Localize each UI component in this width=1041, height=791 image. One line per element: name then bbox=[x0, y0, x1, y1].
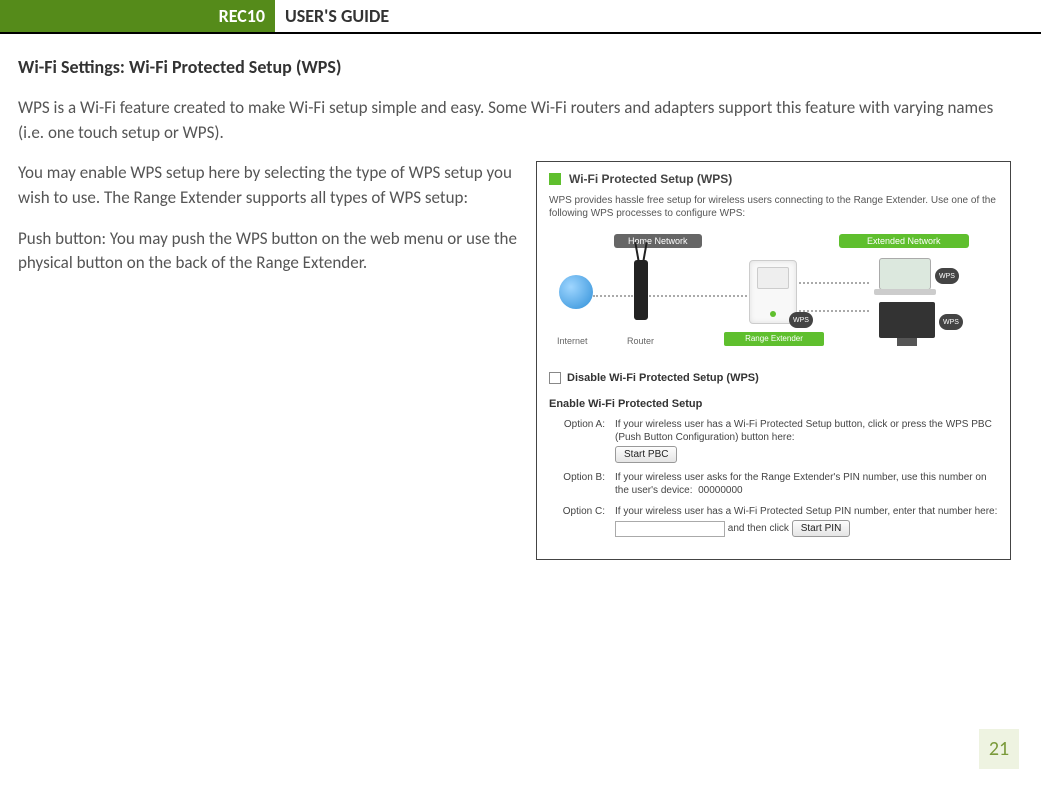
start-pbc-button[interactable]: Start PBC bbox=[615, 446, 677, 463]
body-paragraph-1: You may enable WPS setup here by selecti… bbox=[18, 161, 518, 210]
network-diagram: Home Network Extended Network WPS WPS WP… bbox=[549, 230, 998, 360]
disable-wps-checkbox[interactable] bbox=[549, 372, 561, 384]
laptop-icon bbox=[879, 258, 931, 290]
wps-badge-icon: WPS bbox=[939, 314, 963, 330]
start-pin-button[interactable]: Start PIN bbox=[792, 520, 851, 537]
page-header: REC10 USER'S GUIDE bbox=[0, 0, 1041, 34]
wps-badge-icon: WPS bbox=[935, 268, 959, 284]
range-extender-caption: Range Extender bbox=[724, 332, 824, 346]
intro-paragraph: WPS is a Wi-Fi feature created to make W… bbox=[18, 96, 1011, 145]
wps-panel-screenshot: Wi-Fi Protected Setup (WPS) WPS provides… bbox=[536, 161, 1011, 560]
panel-title: Wi-Fi Protected Setup (WPS) bbox=[569, 172, 732, 186]
extender-pin-value: 00000000 bbox=[698, 485, 743, 496]
monitor-icon bbox=[879, 302, 935, 338]
enable-wps-heading: Enable Wi-Fi Protected Setup bbox=[549, 398, 998, 410]
internet-globe-icon bbox=[559, 275, 593, 309]
option-b-label: Option B: bbox=[549, 471, 605, 497]
panel-description: WPS provides hassle free setup for wirel… bbox=[549, 194, 998, 220]
option-c-text: If your wireless user has a Wi-Fi Protec… bbox=[615, 506, 997, 517]
wps-badge-icon: WPS bbox=[789, 312, 813, 328]
extended-network-label: Extended Network bbox=[839, 234, 969, 248]
pin-input[interactable] bbox=[615, 521, 725, 537]
router-icon bbox=[634, 260, 648, 320]
body-paragraph-2: Push button: You may push the WPS button… bbox=[18, 227, 518, 276]
product-badge: REC10 bbox=[0, 0, 275, 32]
and-then-text: and then click bbox=[728, 523, 789, 534]
panel-indicator-icon bbox=[549, 173, 561, 185]
router-caption: Router bbox=[627, 336, 654, 346]
home-network-label: Home Network bbox=[614, 234, 702, 248]
option-b-text: If your wireless user asks for the Range… bbox=[615, 472, 987, 496]
option-a-text: If your wireless user has a Wi-Fi Protec… bbox=[615, 419, 992, 443]
internet-caption: Internet bbox=[557, 336, 588, 346]
page-number: 21 bbox=[979, 729, 1019, 769]
section-heading: Wi-Fi Settings: Wi-Fi Protected Setup (W… bbox=[18, 56, 1011, 78]
option-a-label: Option A: bbox=[549, 418, 605, 463]
guide-title: USER'S GUIDE bbox=[275, 0, 389, 32]
option-c-label: Option C: bbox=[549, 505, 605, 537]
disable-wps-label: Disable Wi-Fi Protected Setup (WPS) bbox=[567, 372, 759, 384]
